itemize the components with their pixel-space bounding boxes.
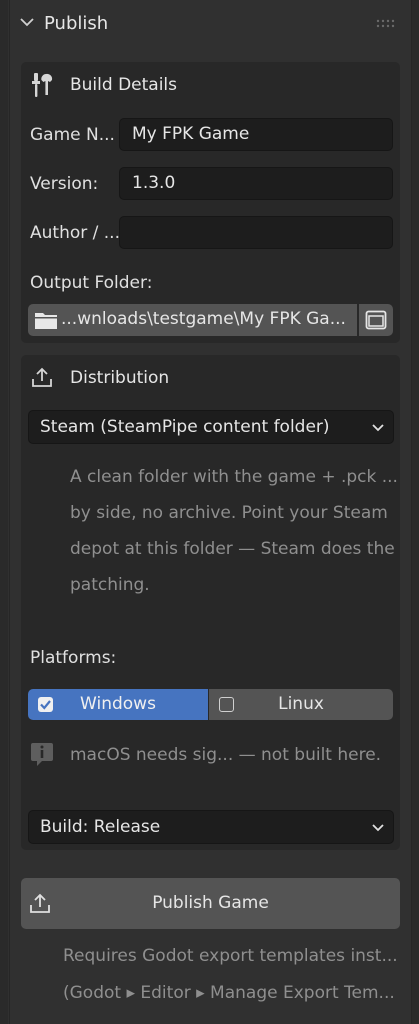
browse-folder-button[interactable] <box>359 304 393 336</box>
info-icon <box>31 743 53 766</box>
upload-icon <box>32 367 52 387</box>
platform-linux-label: Linux <box>278 694 324 714</box>
distribution-title: Distribution <box>70 368 170 388</box>
output-folder-label: Output Folder: <box>30 273 153 293</box>
panel-header[interactable]: Publish <box>9 0 410 50</box>
distribution-target-dropdown[interactable]: Steam (SteamPipe content folder) <box>28 410 394 444</box>
distribution-description-line-2: by side, no archive. Point your Steam <box>70 503 388 523</box>
tools-icon <box>32 73 53 97</box>
viewport-edge-left <box>0 0 8 1024</box>
panel-title: Publish <box>44 13 109 34</box>
publish-game-button[interactable]: Publish Game <box>21 878 400 929</box>
version-field[interactable]: 1.3.0 <box>119 167 393 200</box>
output-folder-path: ...wnloads\testgame\My FPK Ga... <box>61 309 346 329</box>
publish-game-label: Publish Game <box>152 893 269 913</box>
drag-grip-icon[interactable] <box>376 19 396 29</box>
build-details-section <box>21 62 400 343</box>
build-mode-selected: Build: Release <box>40 817 161 837</box>
platforms-label: Platforms: <box>30 648 117 668</box>
folder-icon <box>35 313 57 329</box>
dropdown-caret-icon <box>372 424 384 432</box>
build-details-title: Build Details <box>70 75 178 95</box>
file-browser-icon <box>365 310 387 330</box>
version-label: Version: <box>30 174 99 194</box>
viewport-edge-right <box>411 0 419 1024</box>
game-name-label: Game N... <box>30 125 115 145</box>
platform-toggle-windows[interactable]: Windows <box>28 689 208 720</box>
build-mode-dropdown[interactable]: Build: Release <box>28 810 394 844</box>
distribution-description-line-1: A clean folder with the game + .pck ... <box>70 467 398 487</box>
platform-toggle-linux[interactable]: Linux <box>209 689 393 720</box>
publish-note-line-2: (Godot ▸ Editor ▸ Manage Export Tem... <box>63 983 395 1003</box>
distribution-description-line-3: depot at this folder — Steam does the <box>70 539 395 559</box>
platform-windows-label: Windows <box>80 694 156 714</box>
author-field[interactable] <box>119 216 393 249</box>
distribution-selected: Steam (SteamPipe content folder) <box>40 417 330 437</box>
game-name-field[interactable]: My FPK Game <box>119 118 393 151</box>
chevron-down-icon[interactable] <box>19 14 35 30</box>
dropdown-caret-icon <box>372 824 384 832</box>
publish-note-line-1: Requires Godot export templates inst... <box>63 946 398 966</box>
macos-note: macOS needs sig... — not built here. <box>70 745 382 765</box>
output-folder-path-button[interactable]: ...wnloads\testgame\My FPK Ga... <box>28 304 357 336</box>
distribution-description-line-4: patching. <box>70 575 150 595</box>
author-label: Author / ... <box>30 223 120 243</box>
